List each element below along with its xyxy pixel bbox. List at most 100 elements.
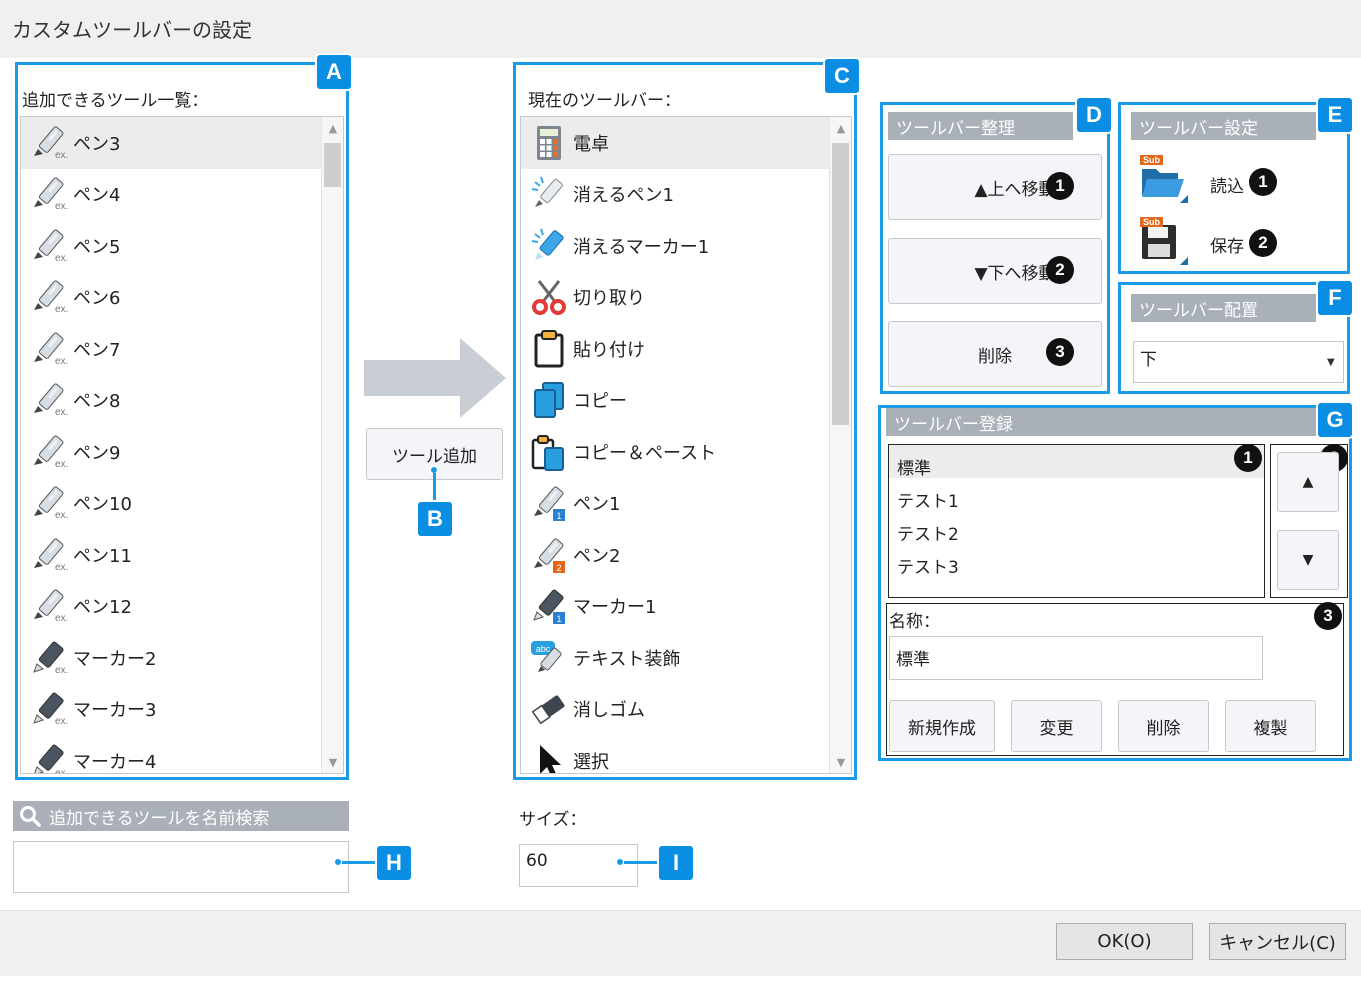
- available-tool-item[interactable]: ex. ペン7: [21, 323, 322, 375]
- sub-badge: Sub: [1140, 217, 1163, 227]
- current-tool-item[interactable]: 選択: [521, 735, 830, 773]
- available-tool-item[interactable]: ex. マーカー3: [21, 684, 322, 736]
- paste-icon: [529, 329, 569, 369]
- current-tool-item[interactable]: abc テキスト装飾: [521, 632, 830, 684]
- search-header: 追加できるツールを名前検索: [13, 801, 349, 831]
- available-tool-item[interactable]: ex. マーカー2: [21, 632, 322, 684]
- move-up-label: ▲上へ移動: [974, 179, 1056, 200]
- duplicate-toolbar-button[interactable]: 複製: [1225, 700, 1316, 752]
- number-badge-3: 3: [1314, 602, 1342, 630]
- available-tool-label: マーカー2: [73, 648, 157, 670]
- chevron-down-icon[interactable]: ▼: [1327, 357, 1335, 368]
- current-toolbar-list[interactable]: 電卓 消えるペン1 消えるマーカー1 切り取り 貼り付け コピー コピー＆ペースト 1 ペン1 2…: [520, 116, 852, 774]
- cancel-button[interactable]: キャンセル(C): [1209, 923, 1346, 960]
- save-disk-icon[interactable]: Sub: [1138, 217, 1188, 267]
- available-tool-item[interactable]: ex. ペン11: [21, 529, 322, 581]
- current-tool-label: 消えるマーカー1: [573, 236, 710, 258]
- cursor-arrow-icon: [529, 741, 569, 773]
- vanishing-marker-icon: [529, 226, 569, 266]
- ex-badge: ex.: [55, 458, 69, 470]
- ok-button[interactable]: OK(O): [1056, 923, 1193, 960]
- available-tool-item[interactable]: ex. マーカー4: [21, 735, 322, 773]
- current-tool-label: ペン1: [573, 494, 621, 516]
- pen-2-icon: 2: [529, 535, 569, 575]
- available-tool-label: ペン12: [73, 597, 132, 619]
- current-tool-item[interactable]: 消しゴム: [521, 684, 830, 736]
- register-list-item[interactable]: テスト1: [889, 478, 1264, 512]
- ex-badge: ex.: [55, 510, 69, 522]
- load-label[interactable]: 読込: [1210, 172, 1244, 197]
- organize-header: ツールバー整理: [888, 112, 1073, 140]
- scroll-thumb[interactable]: [832, 143, 849, 425]
- current-tool-item[interactable]: 消えるマーカー1: [521, 220, 830, 272]
- current-tool-item[interactable]: 2 ペン2: [521, 529, 830, 581]
- available-tools-label: 追加できるツール一覧：: [22, 91, 209, 111]
- available-tool-item[interactable]: ex. ペン9: [21, 426, 322, 478]
- pen-ex-icon: ex.: [29, 277, 69, 317]
- pen-ex-icon: ex.: [29, 174, 69, 214]
- search-input[interactable]: [13, 841, 349, 893]
- available-tool-item[interactable]: ex. ペン4: [21, 169, 322, 221]
- register-list-item[interactable]: テスト3: [889, 544, 1264, 578]
- new-toolbar-button[interactable]: 新規作成: [889, 700, 995, 752]
- size-label: サイズ：: [519, 810, 587, 830]
- current-tool-item[interactable]: 切り取り: [521, 272, 830, 324]
- current-tool-item[interactable]: コピー＆ペースト: [521, 426, 830, 478]
- current-list-scrollbar[interactable]: ▲ ▼: [829, 117, 851, 773]
- current-tool-item[interactable]: 貼り付け: [521, 323, 830, 375]
- connector-line-b: [433, 473, 436, 503]
- scroll-up-arrow-icon[interactable]: ▲: [322, 117, 343, 139]
- svg-text:1: 1: [556, 511, 561, 521]
- register-move-up-button[interactable]: ▲: [1277, 452, 1339, 512]
- current-tool-item[interactable]: 1 マーカー1: [521, 581, 830, 633]
- available-tool-label: ペン7: [73, 339, 121, 361]
- scroll-down-arrow-icon[interactable]: ▼: [830, 751, 851, 773]
- load-folder-icon[interactable]: Sub: [1138, 155, 1188, 205]
- current-tool-item[interactable]: 消えるペン1: [521, 169, 830, 221]
- current-tool-item[interactable]: 電卓: [521, 117, 830, 169]
- pen-1-icon: 1: [529, 483, 569, 523]
- current-tool-item[interactable]: コピー: [521, 375, 830, 427]
- number-badge-1: 1: [1234, 444, 1262, 472]
- available-tool-item[interactable]: ex. ペン12: [21, 581, 322, 633]
- name-input-value: 標準: [896, 650, 930, 670]
- available-tool-label: ペン5: [73, 236, 121, 258]
- available-tools-list[interactable]: ex. ペン3 ex. ペン4 ex. ペン5 ex. ペン6 ex. ペン7 ex. ペン8 ex. ペ…: [20, 116, 344, 774]
- register-list-item[interactable]: 標準: [889, 445, 1264, 479]
- ex-badge: ex.: [55, 716, 69, 728]
- scroll-down-arrow-icon[interactable]: ▼: [322, 751, 343, 773]
- current-tool-label: 電卓: [573, 133, 609, 155]
- save-label[interactable]: 保存: [1210, 232, 1244, 257]
- available-tool-item[interactable]: ex. ペン6: [21, 272, 322, 324]
- available-tool-label: ペン11: [73, 545, 132, 567]
- available-tool-item[interactable]: ex. ペン5: [21, 220, 322, 272]
- current-tool-item[interactable]: 1 ペン1: [521, 478, 830, 530]
- connector-line-i: [624, 861, 660, 864]
- ex-badge: ex.: [55, 613, 69, 625]
- available-tool-item[interactable]: ex. ペン3: [21, 117, 322, 169]
- marker-1-icon: 1: [529, 586, 569, 626]
- number-badge-2: 2: [1046, 256, 1074, 284]
- current-tool-label: コピー＆ペースト: [573, 442, 717, 464]
- ex-badge: ex.: [55, 201, 69, 213]
- placement-header: ツールバー配置: [1131, 294, 1316, 322]
- size-input-value: 60: [526, 851, 548, 871]
- register-list[interactable]: 標準 テスト1 テスト2 テスト3: [888, 444, 1265, 598]
- scroll-up-arrow-icon[interactable]: ▲: [830, 117, 851, 139]
- current-tool-label: テキスト装飾: [573, 648, 681, 670]
- available-list-scrollbar[interactable]: ▲ ▼: [321, 117, 343, 773]
- available-tool-item[interactable]: ex. ペン8: [21, 375, 322, 427]
- scroll-thumb[interactable]: [324, 143, 341, 187]
- placement-select[interactable]: 下: [1133, 341, 1344, 383]
- placement-value: 下: [1140, 350, 1157, 370]
- name-input[interactable]: 標準: [889, 636, 1263, 680]
- delete-toolbar-button[interactable]: 削除: [1118, 700, 1209, 752]
- register-list-item[interactable]: テスト2: [889, 511, 1264, 545]
- current-tool-label: 消しゴム: [573, 700, 645, 722]
- vanishing-pen-icon: [529, 174, 569, 214]
- available-tool-label: マーカー3: [73, 700, 157, 722]
- register-move-down-button[interactable]: ▼: [1277, 530, 1339, 590]
- available-tool-item[interactable]: ex. ペン10: [21, 478, 322, 530]
- change-toolbar-button[interactable]: 変更: [1011, 700, 1102, 752]
- callout-badge-c: C: [825, 59, 859, 93]
